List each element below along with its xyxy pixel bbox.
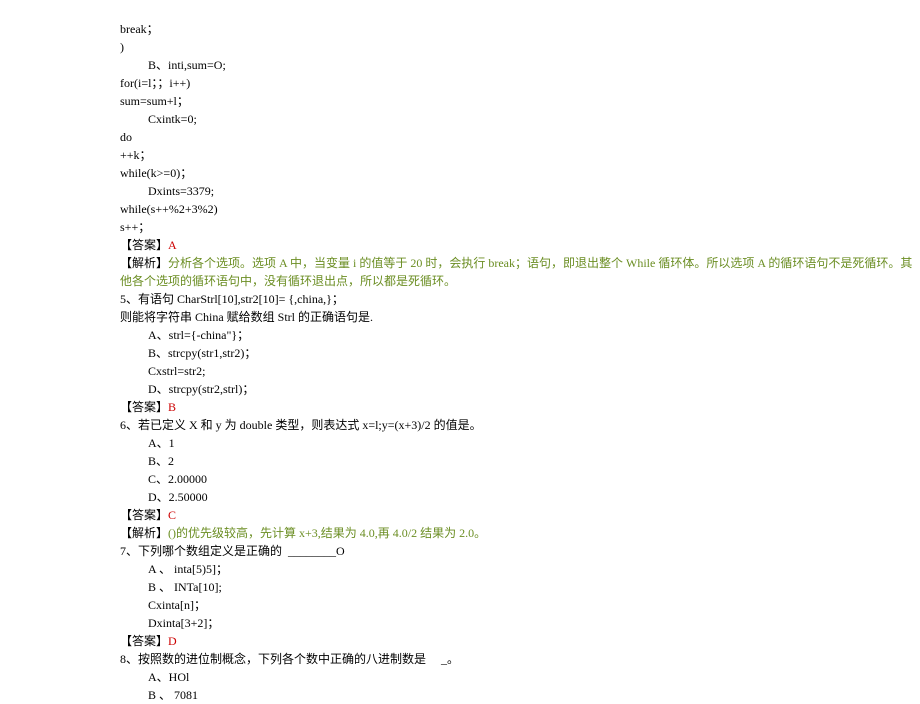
code-line: break； xyxy=(120,20,920,38)
q6-option-d: D、2.50000 xyxy=(120,488,920,506)
code-line: ) xyxy=(120,38,920,56)
answer-label: 【答案】 xyxy=(120,634,168,648)
q5-option-d: D、strcpy(str2,strl)； xyxy=(120,380,920,398)
analysis-3: 【解析】()的优先级较高，先计算 x+3,结果为 4.0,再 4.0/2 结果为… xyxy=(120,524,920,542)
option-d: Dxints=3379; xyxy=(120,182,920,200)
answer-value: B xyxy=(168,400,176,414)
answer-value: D xyxy=(168,634,177,648)
option-b: B、inti,sum=O; xyxy=(120,56,920,74)
analysis-text: ()的优先级较高，先计算 x+3,结果为 4.0,再 4.0/2 结果为 2.0… xyxy=(168,526,486,540)
q7-option-a: A 、 inta[5)5]； xyxy=(120,560,920,578)
code-line: do xyxy=(120,128,920,146)
analysis-label: 【解析】 xyxy=(120,526,168,540)
analysis-text: 分析各个选项。选项 A 中，当变量 i 的值等于 20 时，会执行 break；… xyxy=(120,256,912,288)
code-line: sum=sum+l； xyxy=(120,92,920,110)
answer-label: 【答案】 xyxy=(120,238,168,252)
answer-2: 【答案】B xyxy=(120,398,920,416)
q7-option-b: B 、 INTa[10]; xyxy=(120,578,920,596)
q5-option-c: Cxstrl=str2; xyxy=(120,362,920,380)
q6-option-c: C、2.00000 xyxy=(120,470,920,488)
answer-label: 【答案】 xyxy=(120,400,168,414)
answer-3: 【答案】C xyxy=(120,506,920,524)
q6-option-b: B、2 xyxy=(120,452,920,470)
q7-option-c: Cxinta[n]； xyxy=(120,596,920,614)
q8-option-b: B 、 7081 xyxy=(120,686,920,704)
code-line: ++k； xyxy=(120,146,920,164)
q6-option-a: A、1 xyxy=(120,434,920,452)
analysis-1: 【解析】分析各个选项。选项 A 中，当变量 i 的值等于 20 时，会执行 br… xyxy=(120,254,920,290)
question-5-sub: 则能将字符串 China 赋给数组 Strl 的正确语句是. xyxy=(120,308,920,326)
question-8: 8、按照数的进位制概念，下列各个数中正确的八进制数是 _。 xyxy=(120,650,920,668)
q7-option-d: Dxinta[3+2]； xyxy=(120,614,920,632)
q8-option-a: A、HOl xyxy=(120,668,920,686)
answer-1: 【答案】A xyxy=(120,236,920,254)
question-6: 6、若已定义 X 和 y 为 double 类型，则表达式 x=l;y=(x+3… xyxy=(120,416,920,434)
q5-option-b: B、strcpy(str1,str2)； xyxy=(120,344,920,362)
question-7: 7、下列哪个数组定义是正确的 ________O xyxy=(120,542,920,560)
q5-option-a: A、strl={-china"}； xyxy=(120,326,920,344)
answer-4: 【答案】D xyxy=(120,632,920,650)
question-5: 5、有语句 CharStrl[10],str2[10]= {,china,}； xyxy=(120,290,920,308)
answer-value: C xyxy=(168,508,176,522)
code-line: while(s++%2+3%2) xyxy=(120,200,920,218)
answer-label: 【答案】 xyxy=(120,508,168,522)
code-line: while(k>=0)； xyxy=(120,164,920,182)
answer-value: A xyxy=(168,238,177,252)
option-c: Cxintk=0; xyxy=(120,110,920,128)
analysis-label: 【解析】 xyxy=(120,256,168,270)
code-line: s++； xyxy=(120,218,920,236)
code-line: for(i=l；；i++) xyxy=(120,74,920,92)
